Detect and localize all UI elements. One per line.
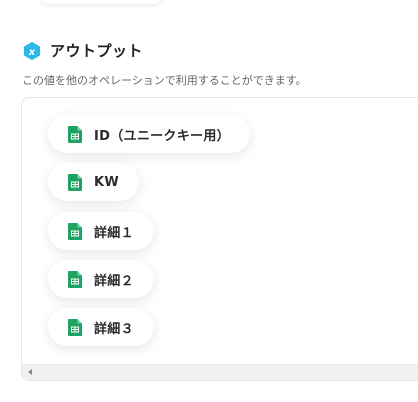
horizontal-scrollbar[interactable]	[22, 364, 418, 380]
section-description: この値を他のオペレーションで利用することができます。	[22, 74, 307, 87]
spreadsheet-icon	[68, 270, 82, 288]
previous-card-edge	[40, 0, 162, 4]
spreadsheet-icon	[68, 125, 82, 143]
output-item-kw[interactable]: KW	[48, 163, 140, 201]
spreadsheet-icon	[68, 318, 82, 336]
output-item-label: ID（ユニークキー用）	[94, 128, 230, 144]
svg-text:x: x	[28, 47, 36, 58]
output-item-label: 詳細１	[94, 225, 134, 241]
section-title: アウトプット	[50, 42, 144, 60]
output-hexagon-icon: x	[24, 41, 40, 60]
output-section: x アウトプット この値を他のオペレーションで利用することができます。 ID（ユ…	[0, 0, 418, 402]
spreadsheet-icon	[68, 173, 82, 191]
section-header: x アウトプット	[22, 40, 143, 61]
output-item-detail-1[interactable]: 詳細１	[48, 212, 154, 250]
scroll-left-arrow-icon[interactable]	[28, 369, 32, 375]
output-item-label: KW	[94, 174, 120, 190]
output-item-id[interactable]: ID（ユニークキー用）	[48, 115, 250, 153]
spreadsheet-icon	[68, 222, 82, 240]
output-item-detail-2[interactable]: 詳細２	[48, 260, 154, 298]
output-list-panel: ID（ユニークキー用） KW 詳細１ 詳細２ 詳細３	[21, 97, 418, 381]
output-item-label: 詳細３	[94, 321, 134, 337]
output-item-label: 詳細２	[94, 273, 134, 289]
output-item-detail-3[interactable]: 詳細３	[48, 308, 154, 346]
